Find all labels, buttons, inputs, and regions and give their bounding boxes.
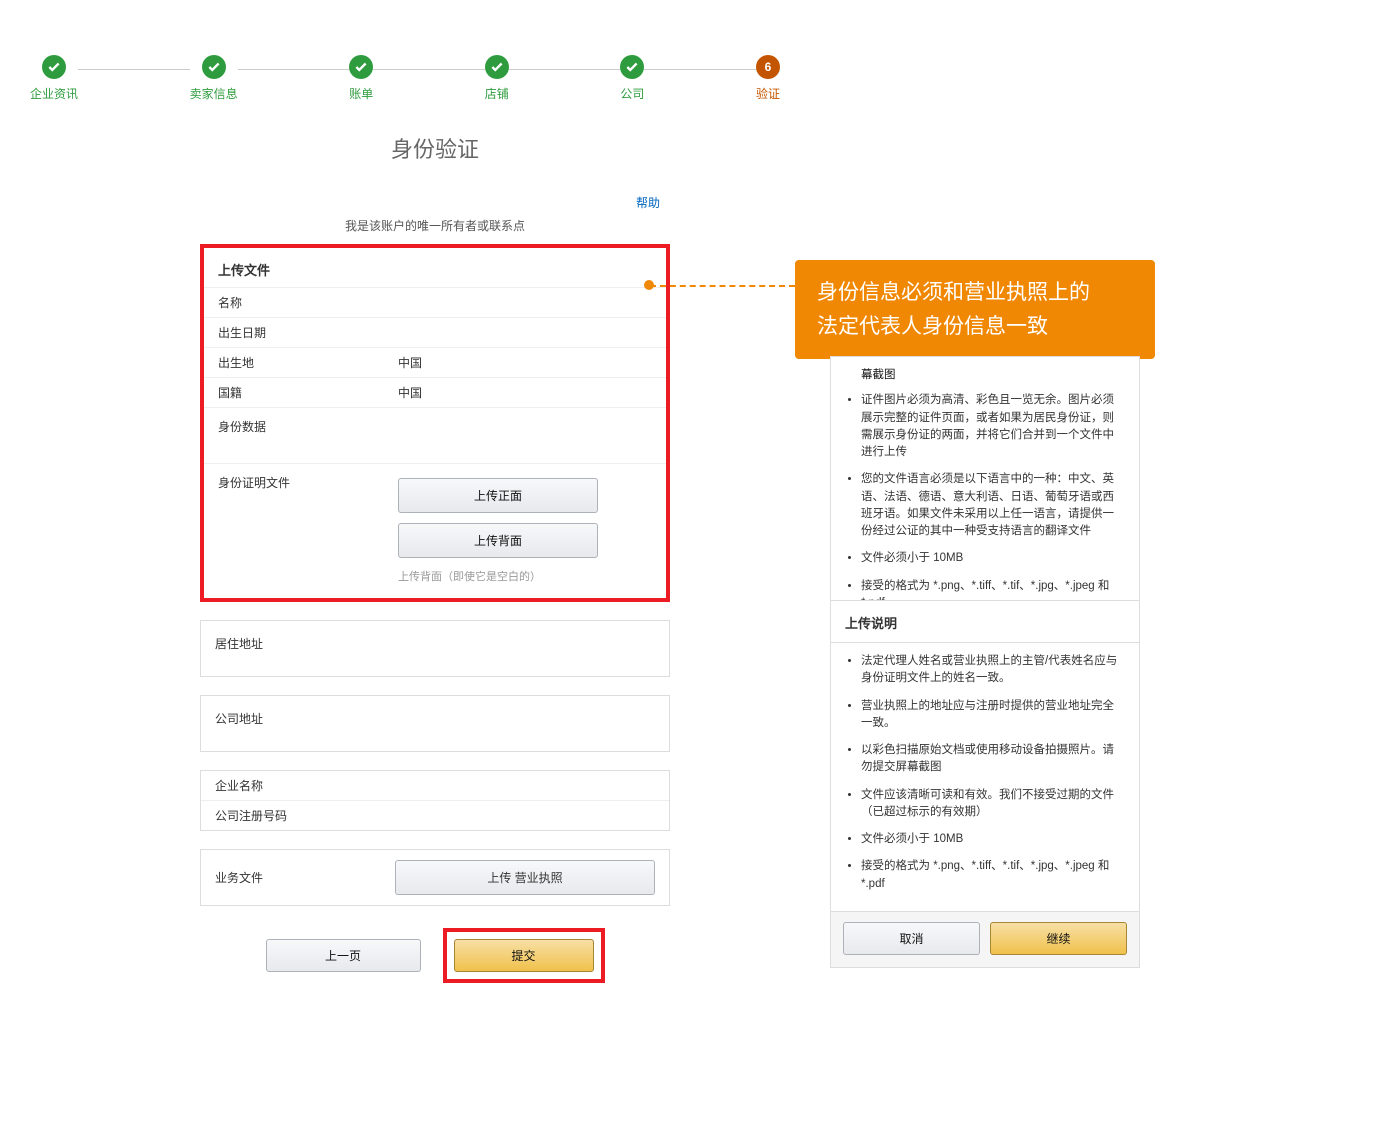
prev-button[interactable]: 上一页 [266,939,421,972]
step-connector [238,69,350,70]
step-label: 账单 [349,85,373,102]
step-billing: 账单 [349,55,373,102]
step-verify: 6 验证 [756,55,780,102]
company-address-section: 公司地址 [200,695,670,752]
panel-b-item: 文件必须小于 10MB [861,831,1125,848]
step-connector [373,69,485,70]
callout-line2: 法定代表人身份信息一致 [817,310,1133,344]
name-value [384,297,666,309]
business-doc-section: 业务文件 上传 营业执照 [200,849,670,906]
upload-back-hint: 上传背面（即使它是空白的） [398,568,652,584]
panel-b-cancel-button[interactable]: 取消 [843,922,980,955]
dob-value [384,327,666,339]
panel-b-title: 上传说明 [831,601,1139,643]
submit-button[interactable]: 提交 [454,939,594,972]
upload-back-button[interactable]: 上传背面 [398,523,598,558]
panel-b-item: 法定代理人姓名或营业执照上的主管/代表姓名应与身份证明文件上的姓名一致。 [861,653,1125,688]
step-company-info: 企业资讯 [30,55,78,102]
upload-front-button[interactable]: 上传正面 [398,478,598,513]
identity-highlight-box: 上传文件 名称 出生日期 出生地 中国 国籍 中国 [200,244,670,602]
check-icon [349,55,373,79]
company-name-value [381,780,669,792]
residential-address-label: 居住地址 [215,637,263,651]
company-reg-label: 公司注册号码 [201,801,381,830]
nationality-value: 中国 [384,378,666,407]
birthplace-value: 中国 [384,348,666,377]
birthplace-label: 出生地 [204,348,384,377]
check-icon [485,55,509,79]
identity-callout: 身份信息必须和营业执照上的 法定代表人身份信息一致 [795,260,1155,359]
callout-line1: 身份信息必须和营业执照上的 [817,276,1133,310]
panel-a-item: 文件必须小于 10MB [861,550,1125,567]
company-address-label: 公司地址 [215,712,263,726]
panel-a-item: 证件图片必须为高清、彩色且一览无余。图片必须展示完整的证件页面，或者如果为居民身… [861,392,1125,461]
step-label: 卖家信息 [190,85,238,102]
company-reg-value [381,810,669,822]
panel-b-continue-button[interactable]: 继续 [990,922,1127,955]
page-title: 身份验证 [200,132,670,164]
upload-instructions-panel: 上传说明 法定代理人姓名或营业执照上的主管/代表姓名应与身份证明文件上的姓名一致… [830,600,1140,968]
step-connector [509,69,621,70]
dob-label: 出生日期 [204,318,384,347]
callout-connector [650,285,795,287]
id-data-value [384,408,666,424]
step-store: 店铺 [485,55,509,102]
check-icon [202,55,226,79]
panel-b-item: 以彩色扫描原始文档或使用移动设备拍摄照片。请勿提交屏幕截图 [861,742,1125,777]
residential-address-section: 居住地址 [200,620,670,677]
step-label: 店铺 [485,85,509,102]
step-label: 公司 [620,85,644,102]
check-icon [620,55,644,79]
panel-a-truncated-line: 幕截图 [831,367,1125,384]
step-label: 企业资讯 [30,85,78,102]
step-label: 验证 [756,85,780,102]
upload-section-title: 上传文件 [204,248,666,287]
panel-a-item: 您的文件语言必须是以下语言中的一种：中文、英语、法语、德语、意大利语、日语、葡萄… [861,471,1125,540]
name-label: 名称 [204,288,384,317]
sole-owner-text: 我是该账户的唯一所有者或联系点 [200,217,670,234]
panel-b-item: 文件应该清晰可读和有效。我们不接受过期的文件（已超过标示的有效期） [861,787,1125,822]
business-doc-label: 业务文件 [215,869,395,886]
nationality-label: 国籍 [204,378,384,407]
check-icon [42,55,66,79]
step-connector [78,69,190,70]
step-company: 公司 [620,55,644,102]
step-connector [644,69,756,70]
help-link[interactable]: 帮助 [200,194,670,211]
panel-b-item: 营业执照上的地址应与注册时提供的营业地址完全一致。 [861,698,1125,733]
id-doc-label: 身份证明文件 [204,464,384,497]
panel-b-item: 接受的格式为 *.png、*.tiff、*.tif、*.jpg、*.jpeg 和… [861,858,1125,893]
progress-steps: 企业资讯 卖家信息 账单 店铺 公司 [0,0,810,102]
step-number-icon: 6 [756,55,780,79]
company-name-label: 企业名称 [201,771,381,800]
upload-license-button[interactable]: 上传 营业执照 [395,860,655,895]
submit-highlight-box: 提交 [443,928,605,983]
step-seller-info: 卖家信息 [190,55,238,102]
id-data-label: 身份数据 [204,408,384,441]
